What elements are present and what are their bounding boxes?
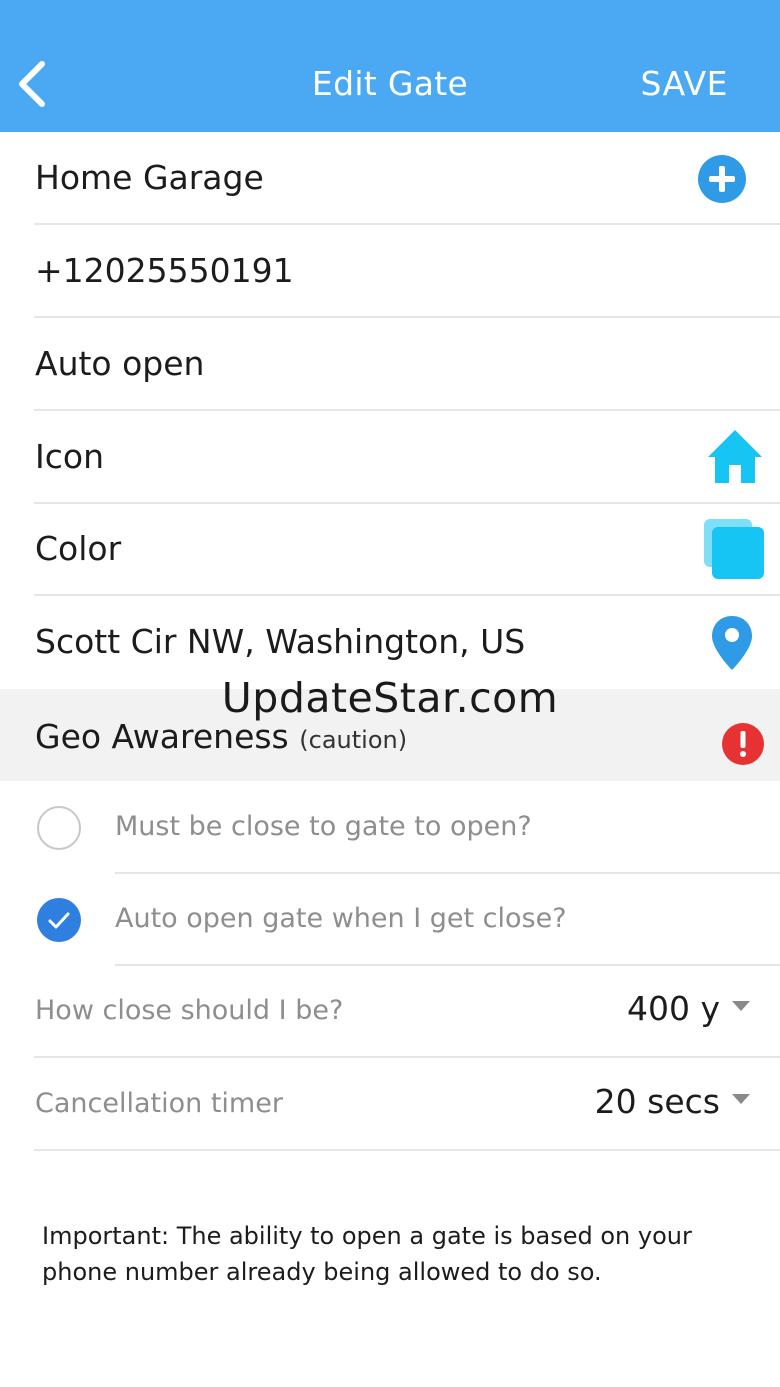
radio-auto-open-close[interactable] <box>37 898 81 942</box>
option-auto-open-close[interactable]: Auto open gate when I get close? <box>0 873 780 966</box>
app-header: Edit Gate SAVE <box>0 0 780 132</box>
geo-awareness-title: Geo Awareness <box>35 717 289 756</box>
option-label: Must be close to gate to open? <box>115 811 532 842</box>
radio-must-be-close[interactable] <box>37 806 81 850</box>
gate-name-row[interactable]: Home Garage <box>0 132 780 225</box>
auto-open-row[interactable]: Auto open <box>0 318 780 411</box>
important-note: Important: The ability to open a gate is… <box>42 1222 692 1286</box>
watermark-text: UpdateStar.com <box>221 674 559 722</box>
distance-select-row[interactable]: How close should I be? 400 y <box>0 965 780 1058</box>
color-label: Color <box>35 529 122 568</box>
option-label: Auto open gate when I get close? <box>115 903 567 934</box>
gate-name-field[interactable]: Home Garage <box>35 158 264 197</box>
color-square-icon[interactable] <box>702 517 766 581</box>
divider <box>34 1149 780 1151</box>
distance-label: How close should I be? <box>35 995 344 1026</box>
exclamation-icon[interactable] <box>722 723 764 765</box>
timer-select-row[interactable]: Cancellation timer 20 secs <box>0 1058 780 1151</box>
map-pin-icon[interactable] <box>710 614 754 672</box>
phone-row[interactable]: +12025550191 <box>0 225 780 318</box>
timer-select[interactable]: 20 secs <box>595 1082 720 1121</box>
option-must-be-close[interactable]: Must be close to gate to open? <box>0 781 780 874</box>
color-row[interactable]: Color <box>0 503 780 596</box>
distance-select[interactable]: 400 y <box>627 989 720 1028</box>
address-field[interactable]: Scott Cir NW, Washington, US <box>35 622 525 661</box>
icon-label: Icon <box>35 437 104 476</box>
caution-note: (caution) <box>299 726 408 754</box>
geo-awareness-label: Geo Awareness (caution) <box>35 717 407 756</box>
save-button[interactable]: SAVE <box>641 64 728 103</box>
caret-down-icon[interactable] <box>732 1094 750 1104</box>
timer-label: Cancellation timer <box>35 1088 283 1119</box>
home-icon[interactable] <box>706 427 764 485</box>
caret-down-icon[interactable] <box>732 1001 750 1011</box>
add-circle-icon[interactable] <box>698 155 746 203</box>
icon-row[interactable]: Icon <box>0 411 780 504</box>
auto-open-label: Auto open <box>35 344 205 383</box>
phone-number-field[interactable]: +12025550191 <box>35 251 294 290</box>
checkmark-icon <box>48 912 70 929</box>
